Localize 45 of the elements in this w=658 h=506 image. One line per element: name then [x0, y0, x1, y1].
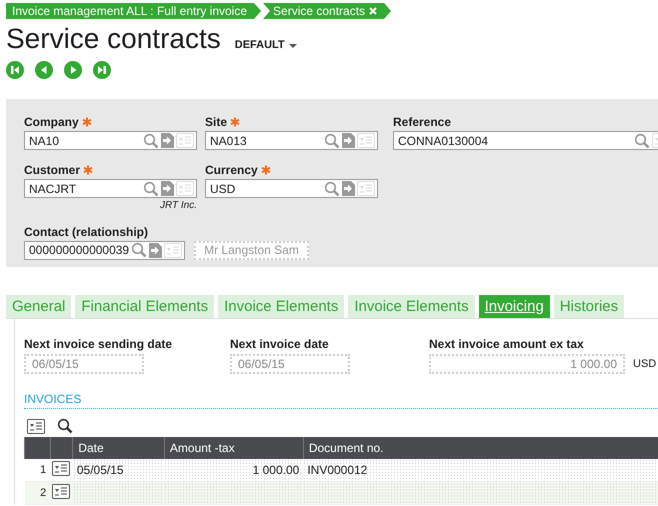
field-label: Site: [205, 115, 228, 129]
previous-record-icon[interactable]: [35, 61, 53, 79]
field-caption: JRT Inc.: [158, 200, 197, 212]
arrow-document-icon[interactable]: [149, 242, 162, 258]
input-field[interactable]: NA013: [205, 131, 378, 150]
table-cell: INV000012: [303, 459, 658, 482]
field-label: Contact (relationship): [24, 224, 150, 239]
page-title: Service contracts: [6, 23, 221, 55]
input-field[interactable]: 000000000000039: [24, 240, 186, 260]
input-field[interactable]: NA10: [24, 131, 197, 150]
table-cell: 05/05/15: [72, 459, 164, 482]
field-label: Customer: [24, 163, 82, 178]
next-record-icon[interactable]: [64, 61, 82, 79]
arrow-document-icon[interactable]: [161, 133, 174, 148]
search-icon[interactable]: [57, 418, 73, 434]
field-label: Reference: [393, 115, 452, 129]
arrow-document-icon[interactable]: [161, 181, 174, 196]
list-menu-icon[interactable]: [52, 484, 70, 499]
view-selector[interactable]: DEFAULT: [234, 39, 297, 51]
read-only-field: 06/05/15: [230, 354, 350, 374]
list-menu-icon[interactable]: [52, 461, 70, 476]
input-field[interactable]: USD: [205, 179, 378, 198]
read-only-field: 06/05/15: [24, 354, 144, 374]
field-label: Next invoice sending date: [24, 337, 174, 351]
row-number: 2: [24, 482, 50, 504]
arrow-document-icon[interactable]: [342, 133, 355, 148]
input-field[interactable]: NACJRT: [24, 179, 197, 198]
field-label: Next invoice date: [230, 337, 330, 351]
column-header[interactable]: Document no.: [303, 437, 658, 459]
currency-unit: USD: [633, 358, 656, 370]
arrow-document-icon[interactable]: [342, 181, 355, 196]
column-header[interactable]: Date: [72, 437, 164, 459]
table-cell: 1 000.00: [164, 459, 304, 482]
section-title: INVOICES: [24, 392, 658, 409]
field-label: Company: [24, 115, 80, 129]
first-record-icon[interactable]: [6, 61, 24, 79]
row-number: 1: [24, 459, 50, 482]
field-label: Currency: [205, 163, 259, 178]
column-header[interactable]: Amount -tax: [164, 437, 304, 459]
read-only-field: 1 000.00: [429, 354, 625, 374]
list-menu-icon[interactable]: [27, 418, 45, 434]
field-label: Next invoice amount ex tax: [429, 337, 585, 351]
last-record-icon[interactable]: [93, 61, 111, 79]
display-field: Mr Langston Sam: [194, 240, 309, 260]
close-icon[interactable]: [369, 7, 378, 15]
